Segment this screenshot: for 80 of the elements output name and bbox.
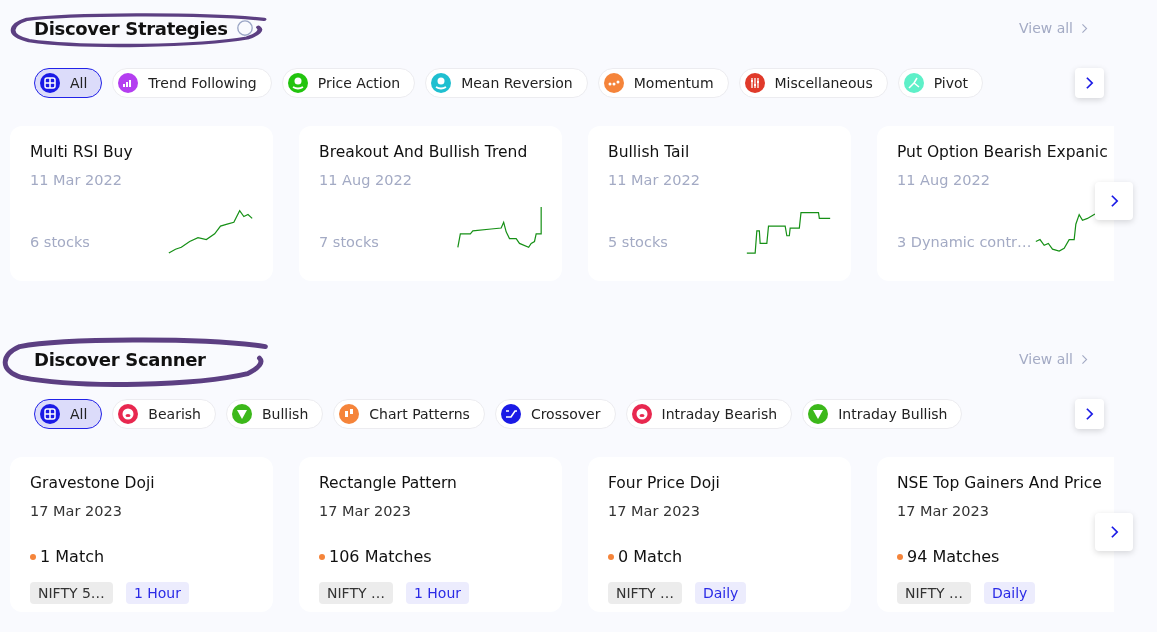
- card-date: 11 Mar 2022: [608, 172, 701, 188]
- filter-chip[interactable]: Bullish: [225, 399, 324, 429]
- card-title: Breakout And Bullish Trend: [319, 143, 529, 161]
- card-title: Rectangle Pattern: [319, 474, 458, 492]
- next-button[interactable]: [1075, 399, 1104, 429]
- chevron-right-icon: [1109, 525, 1119, 539]
- chevron-right-icon: [1081, 353, 1088, 365]
- filter-chip[interactable]: Mean Reversion: [425, 68, 588, 98]
- card-title: Multi RSI Buy: [30, 143, 134, 161]
- next-button[interactable]: [1075, 68, 1104, 98]
- status-dot: [608, 553, 614, 560]
- timeframe-tag: Daily: [694, 582, 747, 604]
- strategy-card[interactable]: Multi RSI Buy 11 Mar 2022 6 stocks: [10, 126, 273, 281]
- filter-chip[interactable]: Price Action: [281, 68, 416, 98]
- card-date: 11 Mar 2022: [30, 172, 123, 188]
- index-tag: NIFTY …: [608, 582, 682, 604]
- status-dot: [897, 553, 903, 560]
- shield-icon: [808, 404, 829, 424]
- filter-chip[interactable]: Momentum: [597, 68, 729, 98]
- status-dot: [30, 553, 36, 560]
- scanner-card[interactable]: Gravestone Doji 17 Mar 2023 1 Match NIFTY 5… 1 Hour: [10, 457, 273, 612]
- scanner-card[interactable]: Rectangle Pattern 17 Mar 2023 106 Matches NIFTY … 1 Hour: [299, 457, 562, 612]
- status-dot: [319, 553, 325, 560]
- card-date: 17 Mar 2023: [897, 503, 990, 519]
- match-count: 0 Match: [618, 547, 683, 566]
- chevron-right-icon: [1109, 194, 1119, 208]
- grid-icon: [40, 404, 60, 424]
- index-tag: NIFTY …: [897, 582, 971, 604]
- stock-count: 5 stocks: [608, 234, 668, 250]
- match-count: 106 Matches: [329, 547, 432, 566]
- strategy-card[interactable]: Put Option Bearish Expanic 11 Aug 2022 3 Dynamic contr…: [877, 126, 1114, 281]
- card-date: 11 Aug 2022: [897, 172, 991, 188]
- index-tag: NIFTY …: [319, 582, 393, 604]
- index-tag: NIFTY 5…: [30, 582, 113, 604]
- strategy-card[interactable]: Breakout And Bullish Trend 11 Aug 2022 7 stocks: [299, 126, 562, 281]
- sliders-icon: [744, 73, 765, 93]
- shield-icon: [231, 404, 252, 424]
- filter-chip[interactable]: Crossover: [494, 399, 616, 429]
- grid-icon: [40, 73, 60, 93]
- stock-count: 7 stocks: [319, 234, 379, 250]
- next-button[interactable]: [1095, 513, 1133, 551]
- chevron-right-icon: [1081, 22, 1088, 34]
- card-title: Put Option Bearish Expanic: [897, 143, 1109, 161]
- timeframe-tag: 1 Hour: [125, 582, 189, 604]
- filter-chip[interactable]: Bearish: [112, 399, 216, 429]
- card-title: Bullish Tail: [608, 143, 691, 161]
- stock-count: 6 stocks: [30, 234, 90, 250]
- timeframe-tag: Daily: [983, 582, 1036, 604]
- card-date: 11 Aug 2022: [319, 172, 413, 188]
- card-title: NSE Top Gainers And Price: [897, 474, 1103, 492]
- next-button[interactable]: [1095, 182, 1133, 220]
- filter-chip[interactable]: Intraday Bullish: [802, 399, 963, 429]
- candles-icon: [339, 404, 360, 424]
- filter-chip[interactable]: Chart Patterns: [333, 399, 485, 429]
- filter-chip[interactable]: Intraday Bearish: [625, 399, 793, 429]
- filter-chip[interactable]: Pivot: [897, 68, 984, 98]
- dots-icon: [603, 73, 624, 93]
- chevron-right-icon: [1085, 407, 1094, 421]
- scanner-card[interactable]: NSE Top Gainers And Price 17 Mar 2023 94 Matches NIFTY … Daily: [877, 457, 1114, 612]
- filter-chip[interactable]: Trend Following: [112, 68, 272, 98]
- chevron-right-icon: [1085, 76, 1094, 90]
- strategy-card[interactable]: Bullish Tail 11 Mar 2022 5 stocks: [588, 126, 851, 281]
- filter-chip[interactable]: Miscellaneous: [738, 68, 888, 98]
- match-count: 1 Match: [40, 547, 105, 566]
- arrows-icon: [500, 404, 521, 424]
- section-title: Discover Strategies: [34, 17, 228, 39]
- bar-chart-icon: [118, 73, 139, 93]
- card-title: Gravestone Doji: [30, 474, 156, 492]
- card-date: 17 Mar 2023: [30, 503, 123, 519]
- match-count: 94 Matches: [907, 547, 1000, 566]
- timeframe-tag: 1 Hour: [405, 582, 470, 604]
- card-title: Four Price Doji: [608, 474, 721, 492]
- card-date: 17 Mar 2023: [319, 503, 412, 519]
- scanner-card[interactable]: Four Price Doji 17 Mar 2023 0 Match NIFTY … Daily: [588, 457, 851, 612]
- stock-count: 3 Dynamic contr…: [897, 234, 1032, 250]
- card-date: 17 Mar 2023: [608, 503, 701, 519]
- section-title: Discover Scanner: [34, 348, 206, 370]
- filter-chip[interactable]: All: [34, 399, 103, 429]
- filter-chip[interactable]: All: [34, 68, 103, 98]
- info-icon: [235, 19, 254, 37]
